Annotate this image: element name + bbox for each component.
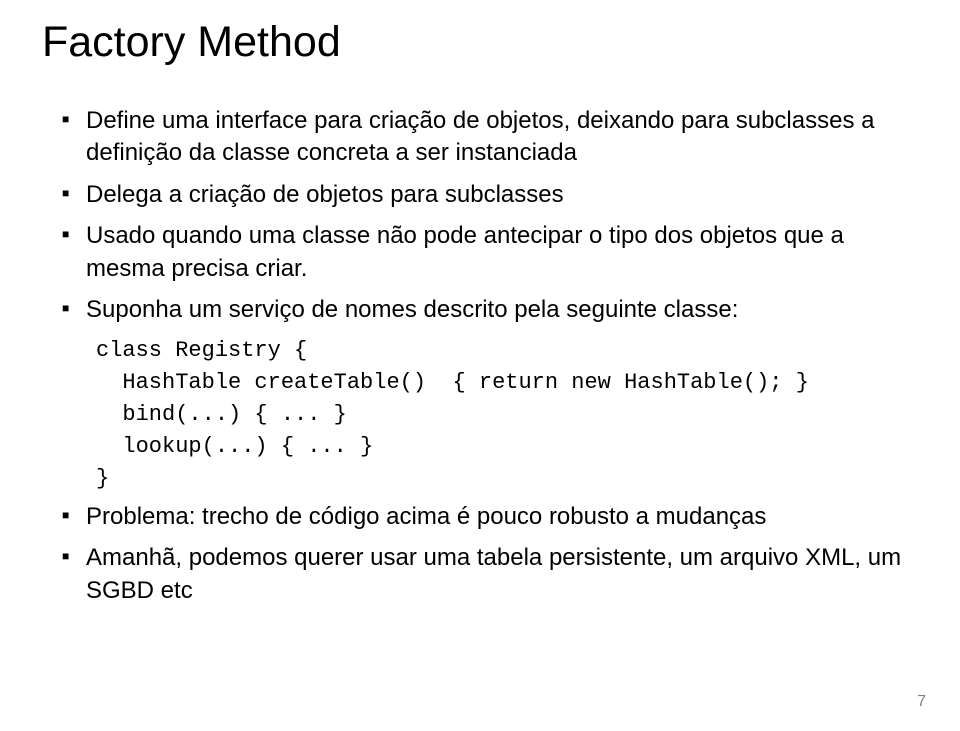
bullet-item: Define uma interface para criação de obj… (52, 105, 918, 170)
bullet-item: Problema: trecho de código acima é pouco… (52, 501, 918, 533)
bullet-item: Suponha um serviço de nomes descrito pel… (52, 294, 918, 326)
bullet-list: Define uma interface para criação de obj… (52, 105, 918, 326)
bullet-item: Amanhã, podemos querer usar uma tabela p… (52, 542, 918, 607)
bullet-list: Problema: trecho de código acima é pouco… (52, 501, 918, 607)
bullet-item: Usado quando uma classe não pode antecip… (52, 220, 918, 285)
bullet-item: Delega a criação de objetos para subclas… (52, 179, 918, 211)
slide-body: Define uma interface para criação de obj… (42, 105, 918, 607)
code-line: HashTable createTable() { return new Has… (96, 367, 918, 399)
slide-title: Factory Method (42, 18, 918, 67)
code-line: } (96, 463, 918, 495)
page-number: 7 (917, 693, 926, 711)
code-line: class Registry { (96, 335, 918, 367)
code-line: lookup(...) { ... } (96, 431, 918, 463)
code-line: bind(...) { ... } (96, 399, 918, 431)
code-block: class Registry { HashTable createTable()… (52, 335, 918, 494)
